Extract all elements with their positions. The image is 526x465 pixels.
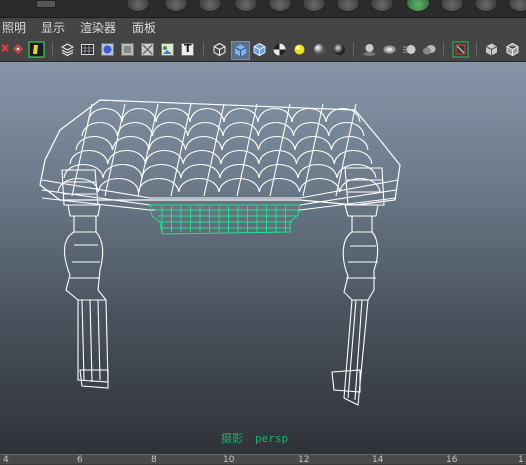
camera-prefix: 摄影 (221, 432, 243, 445)
gateway-wireframe-model[interactable] (0, 62, 526, 454)
texture-icon[interactable] (160, 42, 175, 57)
roof-tile-row (81, 122, 365, 137)
shelf-icon-11[interactable] (474, 0, 498, 12)
roof-tile-channel (104, 103, 126, 197)
sphere-dark-icon[interactable] (332, 42, 347, 57)
shelf-icon-6[interactable] (302, 0, 326, 12)
wireframe-icon[interactable] (60, 42, 75, 57)
shaded-cube-icon[interactable] (231, 41, 250, 60)
roof-tile-channel (269, 103, 291, 197)
ambient-icon[interactable] (382, 42, 397, 57)
roof-tile-channel (170, 103, 192, 197)
wire-on-shaded-icon[interactable] (252, 42, 267, 57)
shadow-icon[interactable] (362, 42, 377, 57)
menu-show[interactable]: 显示 (41, 21, 65, 35)
selected-signboard[interactable] (149, 204, 301, 235)
toolbar-divider (476, 42, 477, 57)
shelf-icon-10[interactable] (440, 0, 464, 12)
camera-label: 摄影 persp (221, 430, 300, 446)
toolbar-divider (203, 42, 204, 57)
toolbar-divider (443, 42, 444, 57)
shelf-icon-1[interactable] (126, 0, 150, 12)
shelf-icon-a[interactable] (36, 0, 56, 8)
panel-menu-bar: 照明 显示 渲染器 面板 (0, 18, 526, 38)
resolution-gate-icon[interactable] (452, 41, 469, 58)
cube-outline-icon[interactable] (505, 42, 520, 57)
roof-tiles (57, 103, 381, 197)
shelf-icon-7[interactable] (336, 0, 360, 12)
menu-panels[interactable]: 面板 (132, 21, 156, 35)
roof-tile-row (75, 136, 369, 151)
camera-name: persp (255, 432, 289, 445)
toolbar-divider (52, 42, 53, 57)
snap-icon[interactable] (11, 42, 26, 57)
text-icon[interactable]: T (180, 42, 195, 57)
shelf-strip (0, 0, 526, 18)
text-icon-glyph: T (184, 42, 192, 55)
shelf-icon-2[interactable] (164, 0, 188, 12)
isolate-icon[interactable] (28, 41, 45, 58)
depth-icon[interactable] (422, 42, 437, 57)
roof-tile-row (69, 150, 373, 165)
shelf-icon-8[interactable] (370, 0, 394, 12)
toolbar-divider (353, 42, 354, 57)
shelf-icon-3[interactable] (198, 0, 222, 12)
xray-icon[interactable] (140, 42, 155, 57)
shelf-icon-5[interactable] (268, 0, 292, 12)
shelf-icon-12[interactable] (508, 0, 526, 12)
motion-blur-icon[interactable] (402, 42, 417, 57)
film-gate-icon[interactable] (484, 42, 499, 57)
roof-tile-channel (137, 103, 159, 197)
grid-icon[interactable] (80, 42, 95, 57)
roof-tile-channel (203, 103, 225, 197)
menu-renderer[interactable]: 渲染器 (80, 21, 116, 35)
perspective-viewport[interactable]: 摄影 persp (0, 62, 526, 454)
sphere-icon[interactable] (312, 42, 327, 57)
flat-shade-icon[interactable] (120, 42, 135, 57)
roof-tile-channel (302, 103, 324, 197)
light-icon[interactable] (292, 42, 307, 57)
shelf-icon-9[interactable] (406, 0, 430, 12)
menu-lighting[interactable]: 照明 (2, 21, 26, 35)
checker-icon[interactable] (272, 42, 287, 57)
panel-toolbar: T (0, 38, 526, 62)
smooth-shade-icon[interactable] (100, 42, 115, 57)
shelf-icon-4[interactable] (234, 0, 258, 12)
wire-cube-icon[interactable] (212, 42, 227, 57)
